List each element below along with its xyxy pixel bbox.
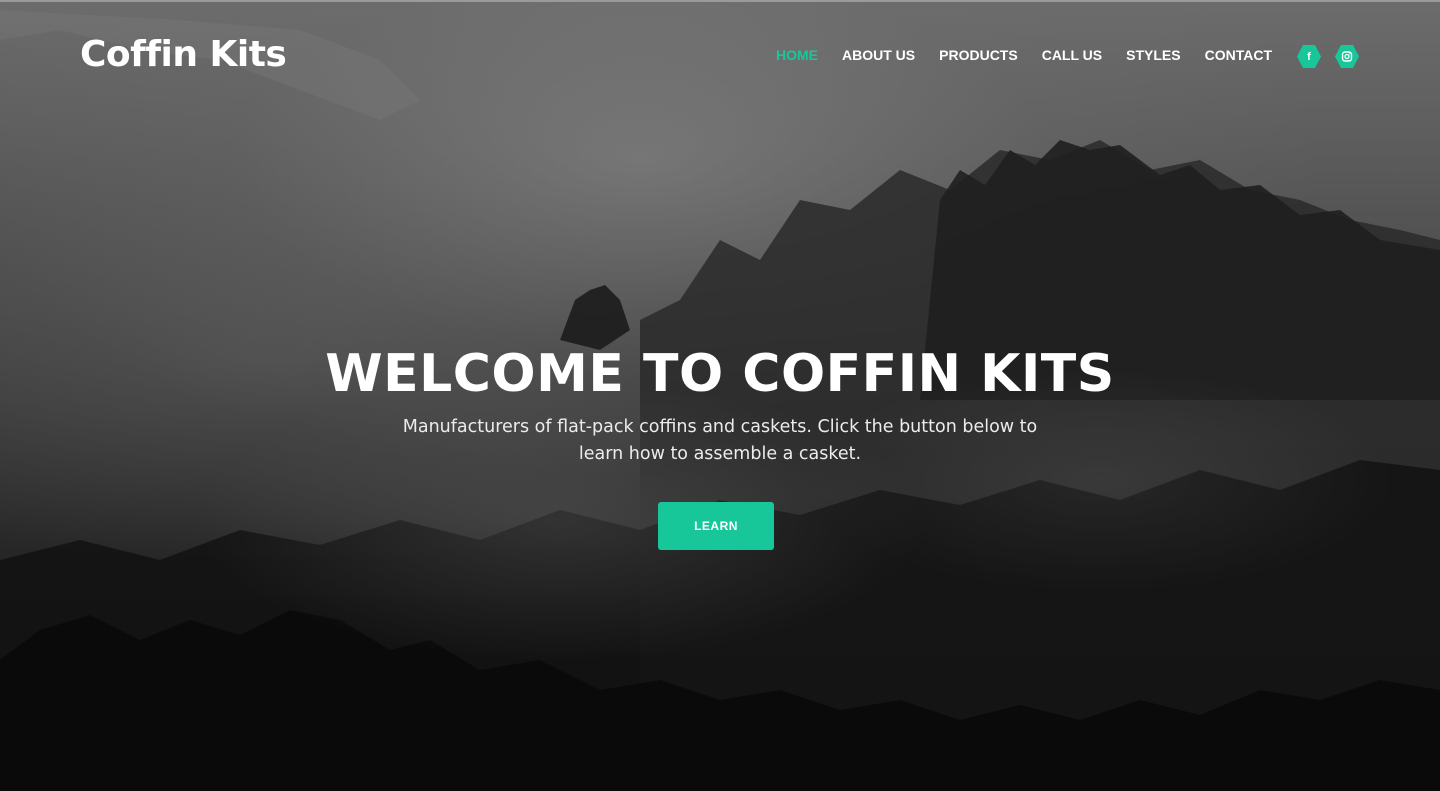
nav-item-home[interactable]: HOME	[776, 47, 818, 63]
main-nav: HOME ABOUT US PRODUCTS CALL US STYLES CO…	[776, 47, 1272, 63]
instagram-link[interactable]	[1334, 44, 1360, 69]
hero-section: Coffin Kits HOME ABOUT US PRODUCTS CALL …	[0, 0, 1440, 791]
brand-logo[interactable]: Coffin Kits	[80, 34, 287, 75]
instagram-icon	[1335, 45, 1359, 68]
facebook-link[interactable]: f	[1296, 44, 1322, 69]
hero-headline: WELCOME TO COFFIN KITS	[325, 344, 1115, 404]
learn-button[interactable]: LEARN	[658, 502, 774, 550]
facebook-icon: f	[1307, 50, 1311, 63]
nav-item-call-us[interactable]: CALL US	[1042, 47, 1102, 63]
nav-item-about-us[interactable]: ABOUT US	[842, 47, 915, 63]
top-navbar: Coffin Kits HOME ABOUT US PRODUCTS CALL …	[0, 0, 1440, 114]
nav-item-products[interactable]: PRODUCTS	[939, 47, 1018, 63]
social-links: f	[1296, 44, 1360, 69]
nav-item-contact[interactable]: CONTACT	[1205, 47, 1272, 63]
hero-subtitle: Manufacturers of flat-pack coffins and c…	[402, 417, 1038, 464]
nav-item-styles[interactable]: STYLES	[1126, 47, 1180, 63]
hero-content: WELCOME TO COFFIN KITS Manufacturers of …	[0, 340, 1440, 550]
